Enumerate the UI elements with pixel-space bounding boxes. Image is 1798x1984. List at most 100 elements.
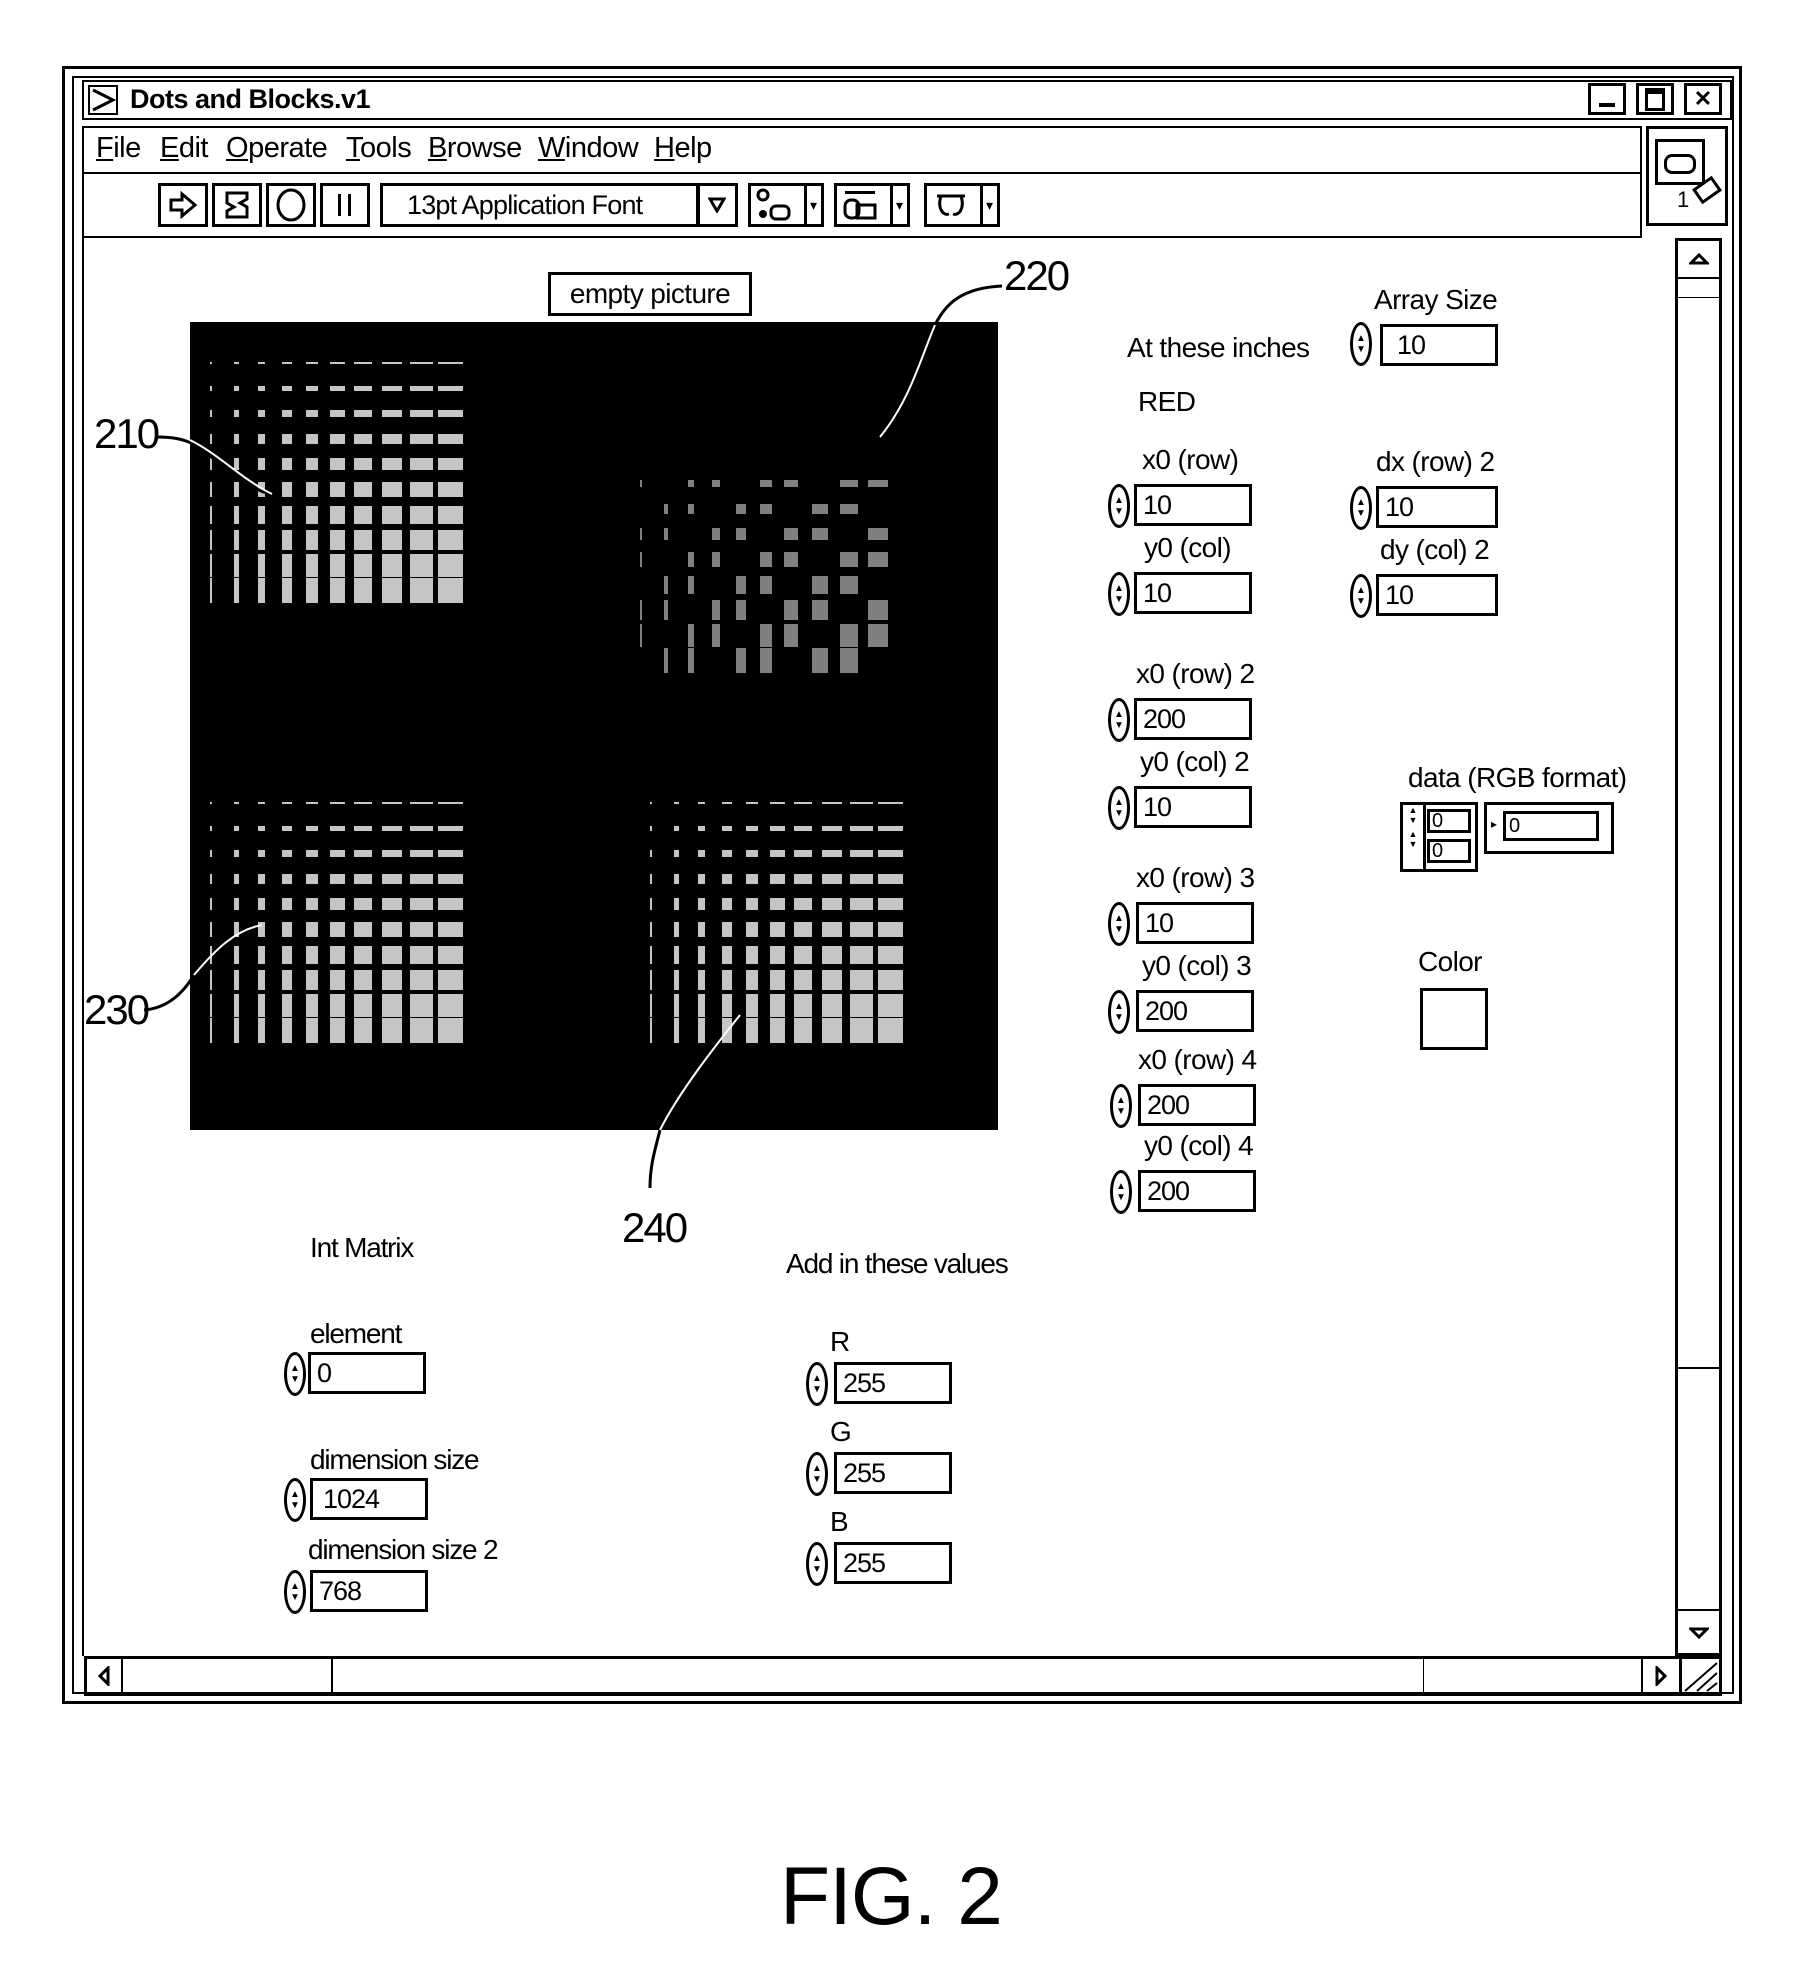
dimension-size-2-label: dimension size 2 (308, 1534, 499, 1565)
g-input[interactable]: 255 (834, 1452, 952, 1494)
increment-icon: ▲ (812, 1463, 822, 1474)
r-spinner[interactable]: ▲ ▼ (806, 1362, 828, 1406)
leader-220-inner (879, 324, 936, 438)
data-rgb-array: ▸ 0 (1484, 802, 1614, 854)
y0-col-3-spinner[interactable]: ▲ ▼ (1108, 990, 1130, 1034)
decrement-icon: ▼ (812, 1564, 822, 1575)
y0-col-2-spinner[interactable]: ▲ ▼ (1108, 786, 1130, 830)
element-input[interactable]: 0 (308, 1352, 426, 1394)
x0-row-3-label: x0 (row) 3 (1136, 862, 1255, 893)
x0-row-2-spinner[interactable]: ▲ ▼ (1108, 698, 1130, 742)
y0-col-3-label: y0 (col) 3 (1142, 950, 1252, 981)
decrement-icon: ▼ (1116, 1192, 1126, 1203)
r-label: R (830, 1326, 850, 1357)
decrement-icon: ▼ (1114, 1012, 1124, 1023)
leader-230-inner (193, 924, 263, 976)
x0-row-4-label: x0 (row) 4 (1138, 1044, 1257, 1075)
x0-row-spinner[interactable]: ▲ ▼ (1108, 484, 1130, 528)
data-rgb-element[interactable]: 0 (1503, 811, 1599, 841)
leader-210 (157, 435, 273, 496)
array-size-input[interactable]: 10 (1380, 324, 1498, 366)
color-label: Color (1418, 946, 1483, 977)
data-rgb-label: data (RGB format) (1408, 762, 1627, 793)
increment-icon: ▲ (1356, 333, 1366, 344)
color-box[interactable] (1420, 988, 1488, 1050)
x0-row-3-input[interactable]: 10 (1136, 902, 1254, 944)
dimension-size-2-input[interactable]: 768 (310, 1570, 428, 1612)
decrement-icon: ▼ (1114, 594, 1124, 605)
decrement-icon: ▼ (1114, 924, 1124, 935)
increment-icon: ▲ (1356, 497, 1366, 508)
dx-row-2-label: dx (row) 2 (1376, 446, 1495, 477)
leader-240-inner (659, 1014, 741, 1131)
dimension-size-spinner[interactable]: ▲ ▼ (284, 1478, 306, 1522)
r-input[interactable]: 255 (834, 1362, 952, 1404)
data-rgb-index-1[interactable]: 0 (1427, 839, 1471, 863)
b-input[interactable]: 255 (834, 1542, 952, 1584)
array-size-label: Array Size (1374, 284, 1498, 315)
red-label: RED (1138, 386, 1196, 417)
y0-col-2-input[interactable]: 10 (1134, 786, 1252, 828)
decrement-icon: ▼ (1116, 1106, 1126, 1117)
b-label: B (830, 1506, 849, 1537)
decrement-icon: ▼ (290, 1374, 300, 1385)
leader-210-inner (189, 439, 273, 495)
int-matrix-label: Int Matrix (310, 1232, 414, 1263)
y0-col-spinner[interactable]: ▲ ▼ (1108, 572, 1130, 616)
increment-icon: ▲ (812, 1553, 822, 1564)
x0-row-4-spinner[interactable]: ▲ ▼ (1110, 1084, 1132, 1128)
increment-icon: ▲ (1114, 913, 1124, 924)
g-label: G (830, 1416, 852, 1447)
array-element-arrow-icon: ▸ (1491, 817, 1498, 831)
decrement-icon: ▼ (1408, 815, 1418, 825)
element-label: element (310, 1318, 402, 1349)
decrement-icon: ▼ (290, 1592, 300, 1603)
leader-230 (143, 974, 196, 1012)
data-rgb-index-0[interactable]: 0 (1427, 809, 1471, 833)
add-values-label: Add in these values (786, 1248, 1009, 1279)
y0-col-label: y0 (col) (1144, 532, 1232, 563)
increment-icon: ▲ (1114, 583, 1124, 594)
dimension-size-2-spinner[interactable]: ▲ ▼ (284, 1570, 306, 1614)
increment-icon: ▲ (290, 1489, 300, 1500)
array-size-spinner[interactable]: ▲ ▼ (1350, 322, 1372, 366)
increment-icon: ▲ (290, 1363, 300, 1374)
increment-icon: ▲ (1408, 829, 1418, 839)
leader-240 (648, 1129, 662, 1189)
decrement-icon: ▼ (1114, 808, 1124, 819)
decrement-icon: ▼ (1114, 506, 1124, 517)
increment-icon: ▲ (290, 1581, 300, 1592)
x0-row-2-input[interactable]: 200 (1134, 698, 1252, 740)
y0-col-input[interactable]: 10 (1134, 572, 1252, 614)
dy-col-2-input[interactable]: 10 (1376, 574, 1498, 616)
y0-col-2-label: y0 (col) 2 (1140, 746, 1250, 777)
increment-icon: ▲ (1114, 797, 1124, 808)
y0-col-4-spinner[interactable]: ▲ ▼ (1110, 1170, 1132, 1214)
decrement-icon: ▼ (812, 1474, 822, 1485)
g-spinner[interactable]: ▲ ▼ (806, 1452, 828, 1496)
data-rgb-index-box: ▲ ▼ ▲ ▼ 0 0 (1400, 802, 1478, 872)
leader-220 (933, 284, 1003, 326)
index-spinners[interactable]: ▲ ▼ ▲ ▼ (1403, 805, 1426, 869)
y0-col-4-input[interactable]: 200 (1138, 1170, 1256, 1212)
dy-col-2-spinner[interactable]: ▲ ▼ (1350, 574, 1372, 618)
dx-row-2-input[interactable]: 10 (1376, 486, 1498, 528)
increment-icon: ▲ (812, 1373, 822, 1384)
decrement-icon: ▼ (1356, 596, 1366, 607)
dx-row-2-spinner[interactable]: ▲ ▼ (1350, 486, 1372, 530)
increment-icon: ▲ (1408, 805, 1418, 815)
x0-row-4-input[interactable]: 200 (1138, 1084, 1256, 1126)
dimension-size-input[interactable]: 1024 (310, 1478, 428, 1520)
x0-row-input[interactable]: 10 (1134, 484, 1252, 526)
b-spinner[interactable]: ▲ ▼ (806, 1542, 828, 1586)
y0-col-3-input[interactable]: 200 (1136, 990, 1254, 1032)
decrement-icon: ▼ (290, 1500, 300, 1511)
increment-icon: ▲ (1114, 495, 1124, 506)
dimension-size-label: dimension size (310, 1444, 480, 1475)
element-spinner[interactable]: ▲ ▼ (284, 1352, 306, 1396)
decrement-icon: ▼ (1356, 508, 1366, 519)
decrement-icon: ▼ (812, 1384, 822, 1395)
decrement-icon: ▼ (1356, 344, 1366, 355)
increment-icon: ▲ (1116, 1095, 1126, 1106)
x0-row-3-spinner[interactable]: ▲ ▼ (1108, 902, 1130, 946)
